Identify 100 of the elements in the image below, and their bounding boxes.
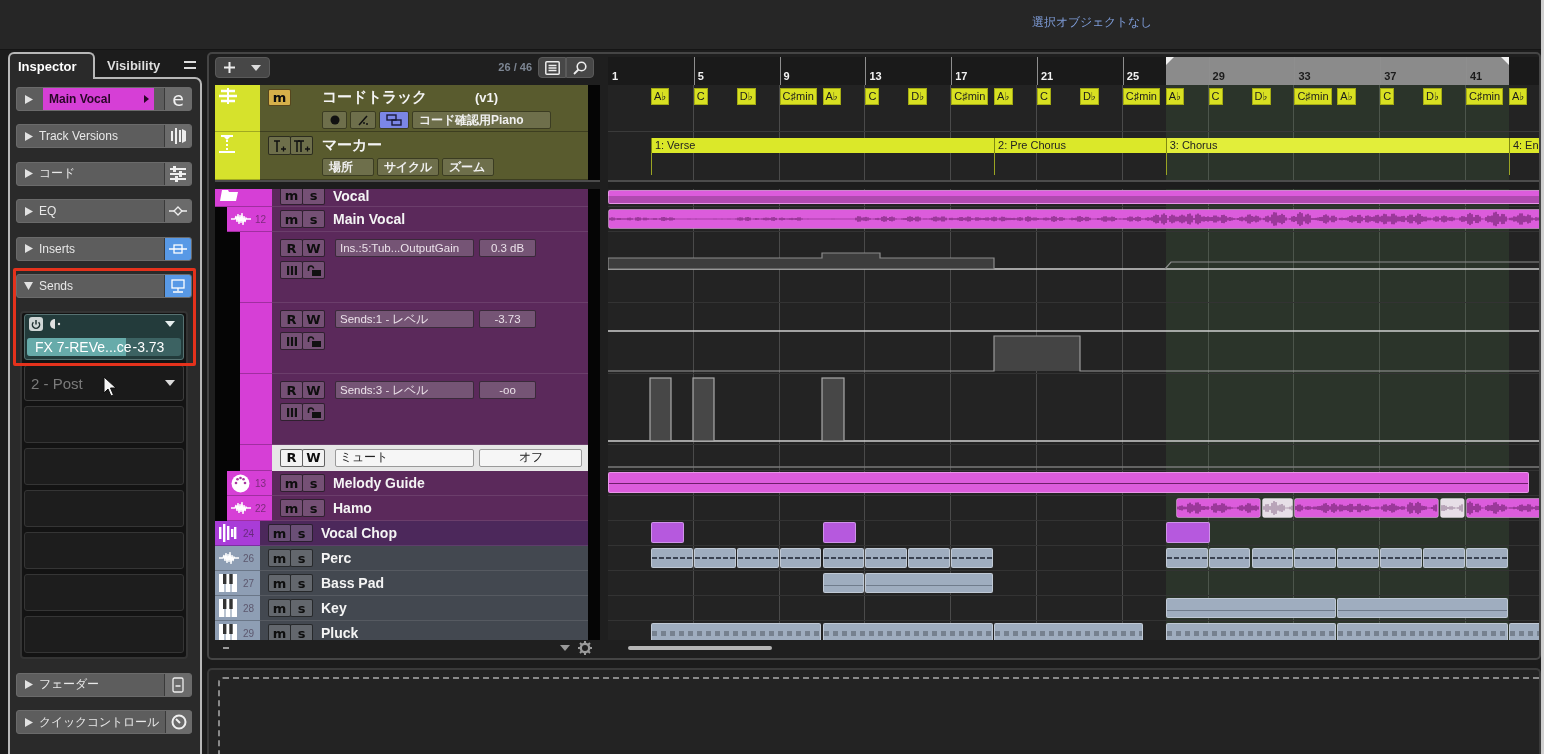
chord-event[interactable]: C♯min (779, 88, 817, 105)
track-header[interactable]: m s Perc (260, 546, 588, 571)
audio-event[interactable] (1294, 548, 1337, 568)
chord-event[interactable]: A♭ (650, 88, 670, 105)
lock-button[interactable] (302, 403, 325, 421)
record-button[interactable] (322, 111, 347, 129)
marker-option-button[interactable]: サイクル (377, 158, 439, 176)
section-header[interactable]: コード (16, 161, 192, 186)
mute-button[interactable]: m (268, 624, 291, 640)
menu-icon[interactable] (184, 60, 196, 69)
track-header[interactable]: m s Key (260, 596, 588, 621)
chord-event[interactable]: C (1208, 88, 1223, 105)
chord-event[interactable]: D♭ (736, 88, 756, 105)
audio-event[interactable] (693, 548, 736, 568)
lanes-button[interactable] (280, 403, 303, 421)
instrument-event[interactable] (1508, 623, 1539, 640)
audio-event[interactable] (1423, 548, 1465, 568)
caret-icon[interactable] (165, 380, 175, 387)
parameter-field[interactable]: ミュート (335, 448, 474, 467)
disclosure-triangle-icon[interactable] (24, 94, 33, 104)
chord-event[interactable]: D♭ (1251, 88, 1271, 105)
chord-event[interactable]: C (1380, 88, 1395, 105)
section-header[interactable]: Track Versions (16, 124, 192, 149)
section-header[interactable]: Inserts (16, 236, 192, 261)
track-name-field[interactable]: Main Vocal (43, 88, 154, 110)
toggle-button[interactable] (379, 111, 409, 129)
disclosure-triangle-icon[interactable] (24, 206, 33, 216)
parameter-field[interactable]: Ins.:5:Tub...OutputGain (335, 239, 474, 257)
solo-button[interactable]: s (290, 574, 313, 592)
audio-event[interactable] (736, 548, 779, 568)
inspector-tab[interactable]: Visibility (95, 52, 173, 77)
instrument-event[interactable] (822, 573, 865, 593)
audio-event[interactable] (1262, 498, 1294, 518)
disclosure-triangle-icon[interactable] (24, 244, 33, 254)
section-header[interactable]: Main Vocal e (16, 87, 192, 111)
timeline-ruler[interactable]: 1 5 9 13 17 21 25 29 33 37 41 (608, 57, 1539, 85)
audio-event[interactable] (1337, 548, 1380, 568)
section-toggle-button[interactable] (164, 237, 191, 260)
inspector-tab[interactable]: Inspector (8, 52, 95, 79)
write-button[interactable]: W (302, 448, 325, 467)
curve-button[interactable] (350, 111, 376, 129)
audio-event[interactable] (1380, 548, 1423, 568)
chord-event[interactable]: C♯min (1294, 88, 1332, 105)
edit-button[interactable]: e (164, 88, 191, 110)
list-button[interactable] (538, 57, 566, 78)
chord-event[interactable]: A♭ (822, 88, 842, 105)
audio-event[interactable] (908, 548, 951, 568)
instrument-field[interactable]: コード確認用Piano (412, 111, 551, 129)
chord-event[interactable]: C♯min (1122, 88, 1160, 105)
caret-icon[interactable] (165, 321, 175, 328)
audio-event[interactable] (1466, 548, 1508, 568)
chord-event[interactable]: C (693, 88, 708, 105)
parameter-field[interactable]: Sends:1 - レベル (335, 310, 474, 328)
track-header[interactable]: m コードトラック (v1) コード確認用Piano (260, 85, 588, 132)
marker-event[interactable]: 4: En (1508, 138, 1539, 153)
chord-event[interactable]: C (1037, 88, 1051, 105)
disclosure-triangle-icon[interactable] (24, 717, 33, 727)
audio-event[interactable] (865, 548, 908, 568)
automation-curve[interactable] (608, 335, 1539, 372)
track-header[interactable]: m s Bass Pad (260, 571, 588, 596)
mute-button[interactable]: m (268, 599, 291, 617)
power-icon[interactable] (29, 317, 43, 332)
chord-event[interactable]: A♭ (1165, 88, 1185, 105)
chord-event[interactable]: C♯min (1466, 88, 1504, 105)
half-circle-icon[interactable] (49, 318, 63, 331)
section-toggle-button[interactable] (164, 125, 191, 148)
chord-event[interactable]: D♭ (1079, 88, 1100, 105)
audio-event[interactable] (1251, 548, 1294, 568)
value-field[interactable]: -3.73 (479, 310, 536, 328)
disclosure-triangle-icon[interactable] (24, 131, 33, 141)
section-header[interactable]: Sends (16, 273, 192, 298)
value-field[interactable]: オフ (479, 448, 582, 467)
disclosure-triangle-icon[interactable] (24, 680, 33, 690)
section-header[interactable]: フェーダー (16, 672, 192, 697)
audio-event[interactable] (650, 548, 693, 568)
settings-icon[interactable] (578, 641, 592, 655)
automation-lane-header[interactable]: R W ミュート オフ (272, 445, 588, 471)
marker-option-button[interactable]: 場所 (322, 158, 374, 176)
caret-icon[interactable] (251, 64, 261, 71)
chord-event[interactable]: D♭ (1423, 88, 1443, 105)
chord-event[interactable]: A♭ (994, 88, 1013, 105)
chord-event[interactable]: A♭ (1337, 88, 1356, 105)
sampler-event[interactable] (650, 522, 685, 543)
section-toggle-button[interactable] (164, 200, 191, 223)
lanes-button[interactable] (280, 261, 303, 279)
caret-icon[interactable] (560, 645, 570, 651)
send-slot[interactable]: 2 - Post (24, 365, 184, 402)
solo-button[interactable]: s (290, 624, 313, 640)
add-track-button[interactable] (215, 57, 270, 78)
marker-event[interactable]: 1: Verse (650, 138, 995, 153)
parameter-field[interactable]: Sends:3 - レベル (335, 381, 474, 399)
automation-lane-header[interactable]: R W Sends:1 - レベル -3.73 (272, 303, 588, 374)
chord-event[interactable]: C (865, 88, 880, 105)
section-toggle-button[interactable] (164, 162, 191, 185)
marker-event[interactable]: 3: Chorus (1165, 138, 1509, 153)
audio-event[interactable] (779, 548, 822, 568)
automation-curve[interactable] (608, 252, 1539, 270)
scrollbar[interactable] (628, 646, 772, 650)
section-toggle-button[interactable] (165, 711, 192, 734)
audio-event[interactable] (1208, 548, 1251, 568)
